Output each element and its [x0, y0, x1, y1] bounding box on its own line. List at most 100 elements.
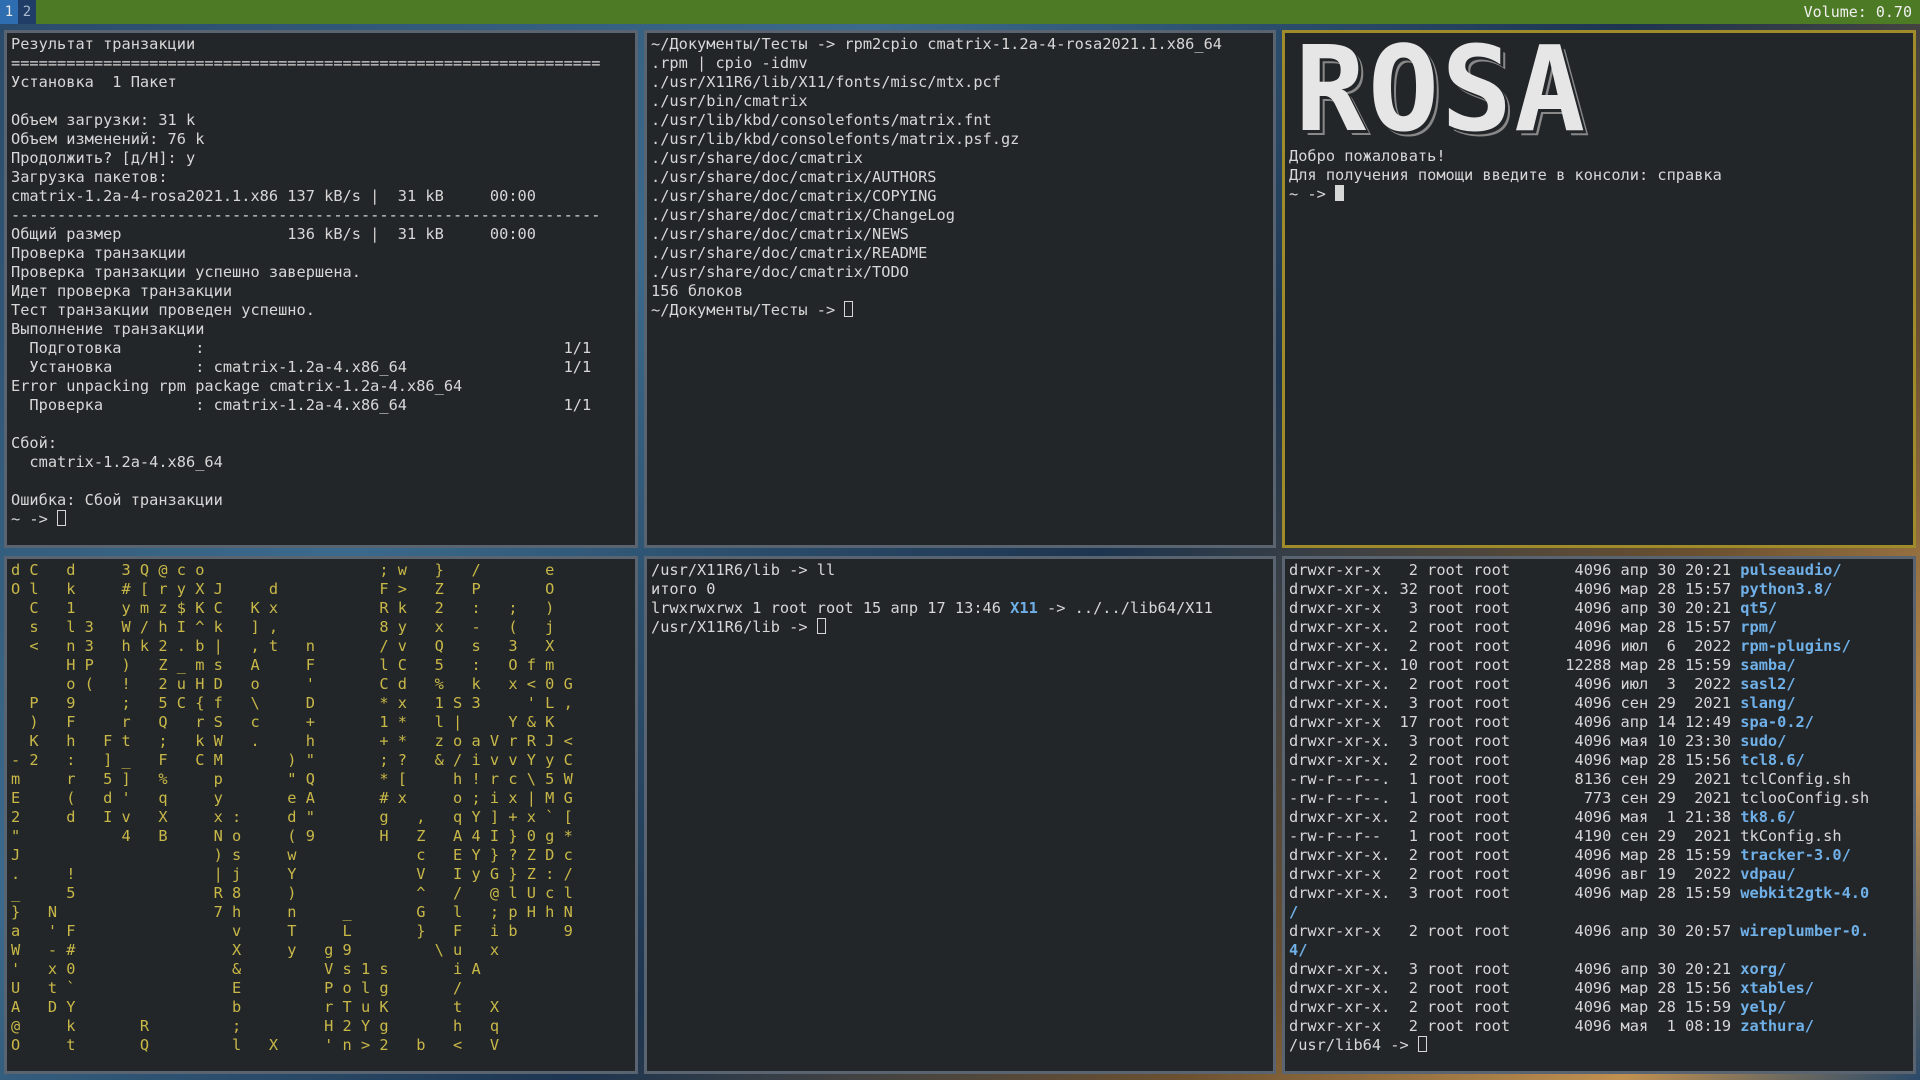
file-meta: drwxr-xr-x 2 root root 4096 апр 30 20:57	[1289, 922, 1741, 940]
output-line: P 9 ; 5 C { f \ D * x 1 S 3 ' L ,	[11, 694, 573, 712]
workspace-2-button[interactable]: 2	[18, 0, 36, 24]
file-entry: drwxr-xr-x 2 root root 4096 мая 1 08:19 …	[1289, 1017, 1909, 1036]
output-line: Сбой:	[11, 434, 58, 452]
cursor-block[interactable]	[1417, 1036, 1427, 1052]
output-line: Общий размер 136 kB/s | 31 kB 00:00	[11, 225, 536, 243]
file-name: sudo/	[1740, 732, 1787, 750]
output-line: ----------------------------------------…	[11, 206, 601, 224]
file-meta: drwxr-xr-x. 2 root root 4096 мар 28 15:5…	[1289, 998, 1741, 1016]
output-line: _ 5 R 8 ) ^ / @ l U c l	[11, 884, 573, 902]
terminal-rosa-welcome[interactable]: ROSA Добро пожаловать! Для получения помощ…	[1282, 30, 1916, 548]
output-line: Объем изменений: 76 k	[11, 130, 205, 148]
output-line: ./usr/share/doc/cmatrix/README	[651, 244, 928, 262]
rosa-ascii-logo: ROSA	[1295, 30, 1588, 158]
file-name-continuation: 4/	[1289, 941, 1308, 959]
file-meta: drwxr-xr-x 3 root root 4096 апр 30 20:21	[1289, 599, 1741, 617]
output-line: Загрузка пакетов:	[11, 168, 168, 186]
output-line: " 4 B N o ( 9 H Z A 4 I } 0 g *	[11, 827, 573, 845]
file-name: tk8.6/	[1740, 808, 1796, 826]
output-line: cmatrix-1.2a-4.x86_64	[11, 453, 223, 471]
output-line: } N 7 h n _ G l ; p H h N	[11, 903, 573, 921]
output-line: J ) s w c E Y } ? Z D c	[11, 846, 573, 864]
cursor-block[interactable]	[816, 618, 826, 634]
output-line: Установка : cmatrix-1.2a-4.x86_64 1/1	[11, 358, 592, 376]
output-line: Для получения помощи введите в консоли: …	[1289, 166, 1722, 184]
file-meta: drwxr-xr-x 2 root root 4096 мая 1 08:19	[1289, 1017, 1741, 1035]
file-name: qt5/	[1740, 599, 1778, 617]
file-meta: drwxr-xr-x. 2 root root 4096 мар 28 15:5…	[1289, 979, 1741, 997]
file-meta: drwxr-xr-x. 3 root root 4096 мар 28 15:5…	[1289, 884, 1741, 902]
file-name: tcl8.6/	[1740, 751, 1805, 769]
output-line: Результат транзакции	[11, 35, 196, 53]
file-entry: drwxr-xr-x. 3 root root 4096 мар 28 15:5…	[1289, 884, 1909, 903]
output-line: Идет проверка транзакции	[11, 282, 233, 300]
file-name-wrap: /	[1289, 903, 1909, 922]
volume-indicator[interactable]: Volume: 0.70	[1804, 3, 1912, 21]
file-name: zathura/	[1740, 1017, 1814, 1035]
prompt-line[interactable]: /usr/lib64 ->	[1289, 1036, 1909, 1055]
file-meta: -rw-r--r-- 1 root root 4190 сен 29 2021	[1289, 827, 1741, 845]
output-line: ./usr/lib/kbd/consolefonts/matrix.psf.gz	[651, 130, 1020, 148]
file-meta: drwxr-xr-x 17 root root 4096 апр 14 12:4…	[1289, 713, 1741, 731]
file-entry: drwxr-xr-x. 2 root root 4096 мая 1 21:38…	[1289, 808, 1909, 827]
prompt-text: ~ ->	[1289, 185, 1336, 203]
cursor-block[interactable]	[844, 301, 854, 317]
file-entry: drwxr-xr-x 17 root root 4096 апр 14 12:4…	[1289, 713, 1909, 732]
terminal-ls-x11r6[interactable]: /usr/X11R6/lib -> ll итого 0 lrwxrwxrwx 1 …	[644, 556, 1276, 1074]
file-entry: drwxr-xr-x. 2 root root 4096 мар 28 15:5…	[1289, 979, 1909, 998]
output-line: ./usr/bin/cmatrix	[651, 92, 808, 110]
output-line: K h F t ; k W . h + * z o a V r R J <	[11, 732, 573, 750]
file-meta: -rw-r--r--. 1 root root 773 сен 29 2021	[1289, 789, 1741, 807]
output-line: cmatrix-1.2a-4-rosa2021.1.x86 137 kB/s |…	[11, 187, 536, 205]
file-meta: drwxr-xr-x. 32 root root 4096 мар 28 15:…	[1289, 580, 1741, 598]
file-name: vdpau/	[1740, 865, 1796, 883]
file-entry: drwxr-xr-x. 2 root root 4096 мар 28 15:5…	[1289, 998, 1909, 1017]
workspace-1-button[interactable]: 1	[0, 0, 18, 24]
file-name: webkit2gtk-4.0	[1740, 884, 1870, 902]
file-name: slang/	[1740, 694, 1796, 712]
output-line: 156 блоков	[651, 282, 744, 300]
file-name: tracker-3.0/	[1740, 846, 1851, 864]
prompt-line[interactable]: ~ ->	[1289, 185, 1909, 204]
symlink-meta: lrwxrwxrwx 1 root root 15 апр 17 13:46	[651, 599, 1011, 617]
output-line: итого 0	[651, 580, 716, 598]
prompt-line[interactable]: ~ ->	[11, 510, 631, 529]
output-line: ========================================…	[11, 54, 601, 72]
prompt-line[interactable]: /usr/X11R6/lib ->	[651, 618, 1269, 637]
file-entry: drwxr-xr-x 3 root root 4096 апр 30 20:21…	[1289, 599, 1909, 618]
file-entry: drwxr-xr-x. 10 root root 12288 мар 28 15…	[1289, 656, 1909, 675]
file-entry: drwxr-xr-x. 2 root root 4096 мар 28 15:5…	[1289, 618, 1909, 637]
output-line: Выполнение транзакции	[11, 320, 205, 338]
output-line: ./usr/share/doc/cmatrix/NEWS	[651, 225, 909, 243]
output-line: C 1 y m z $ K C K x R k 2 : ; )	[11, 599, 555, 617]
terminal-rpm2cpio[interactable]: ~/Документы/Тесты -> rpm2cpio cmatrix-1.…	[644, 30, 1276, 548]
terminal-dnf-transaction[interactable]: Результат транзакции ====================…	[4, 30, 638, 548]
file-name: tclooConfig.sh	[1740, 789, 1870, 807]
prompt-text: ~/Документы/Тесты ->	[651, 301, 845, 319]
output-line: Продолжить? [д/Н]: y	[11, 149, 196, 167]
output-line: s l 3 W / h I ^ k ] , 8 y x - ( j	[11, 618, 555, 636]
output-line: a ' F v T L } F i b 9	[11, 922, 573, 940]
terminal-ls-lib64[interactable]: drwxr-xr-x 2 root root 4096 апр 30 20:21…	[1282, 556, 1916, 1074]
file-entry: drwxr-xr-x. 3 root root 4096 мая 10 23:3…	[1289, 732, 1909, 751]
output-line: /usr/X11R6/lib -> ll	[651, 561, 836, 579]
file-entry: -rw-r--r--. 1 root root 773 сен 29 2021 …	[1289, 789, 1909, 808]
output-line: d C d 3 Q @ c o ; w } / e	[11, 561, 555, 579]
file-name: xtables/	[1740, 979, 1814, 997]
output-line: Проверка : cmatrix-1.2a-4.x86_64 1/1	[11, 396, 592, 414]
cursor-block[interactable]	[1335, 185, 1345, 201]
file-entry: drwxr-xr-x. 2 root root 4096 июл 3 2022 …	[1289, 675, 1909, 694]
output-line: U t ` E P o l g /	[11, 979, 463, 997]
file-meta: drwxr-xr-x. 3 root root 4096 сен 29 2021	[1289, 694, 1741, 712]
file-entry: drwxr-xr-x 2 root root 4096 апр 30 20:57…	[1289, 922, 1909, 941]
cursor-block[interactable]	[57, 510, 67, 526]
terminal-cmatrix[interactable]: d C d 3 Q @ c o ; w } / eO l k # [ r y X…	[4, 556, 638, 1074]
symlink-name: X11	[1010, 599, 1038, 617]
output-line: ./usr/share/doc/cmatrix/COPYING	[651, 187, 937, 205]
output-line: ~/Документы/Тесты -> rpm2cpio cmatrix-1.…	[651, 35, 1222, 53]
output-line: Проверка транзакции успешно завершена.	[11, 263, 361, 281]
prompt-line[interactable]: ~/Документы/Тесты ->	[651, 301, 1269, 320]
file-name: spa-0.2/	[1740, 713, 1814, 731]
